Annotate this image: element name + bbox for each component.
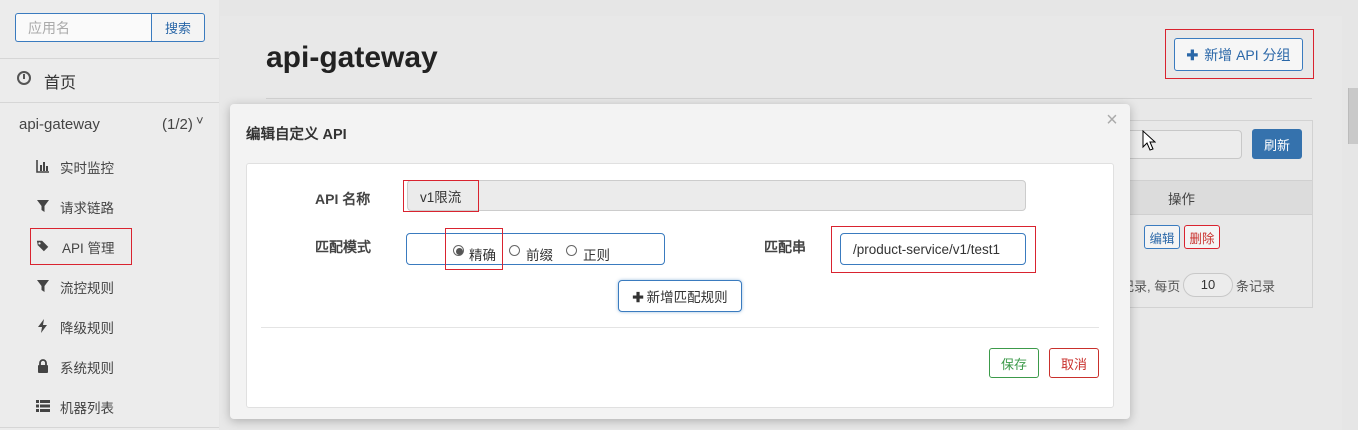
pagination-suffix: 条记录 [1236, 279, 1276, 294]
page-title: api-gateway [266, 41, 438, 74]
plus-icon: ✚ [632, 290, 644, 305]
search-button[interactable]: 搜索 [151, 13, 205, 42]
column-header-actions: 操作 [1168, 192, 1195, 207]
sidebar-item-label: 流控规则 [60, 281, 114, 296]
highlight-box [30, 228, 132, 265]
match-mode-label: 匹配模式 [315, 239, 371, 255]
table-header [1121, 180, 1312, 215]
sidebar-item-label: 请求链路 [60, 201, 114, 216]
edit-button[interactable]: 编辑 [1144, 225, 1180, 249]
close-icon[interactable]: × [1103, 110, 1121, 131]
sidebar-item-flow-rules[interactable]: 流控规则 [36, 271, 206, 301]
save-button[interactable]: 保存 [989, 348, 1039, 378]
sidebar-divider [0, 427, 219, 428]
radio-regex-label[interactable]: 正则 [583, 244, 610, 264]
modal-divider [261, 327, 1099, 328]
app-machine-count: (1/2) [162, 116, 193, 133]
delete-button[interactable]: 删除 [1184, 225, 1220, 249]
sidebar-item-realtime-monitor[interactable]: 实时监控 [36, 151, 206, 181]
cancel-button[interactable]: 取消 [1049, 348, 1099, 378]
api-name-label: API 名称 [315, 191, 371, 207]
highlight-box [445, 228, 503, 270]
sidebar-item-system-rules[interactable]: 系统规则 [36, 351, 206, 381]
bar-chart-icon [36, 160, 49, 173]
add-match-rule-label: 新增匹配规则 [646, 290, 728, 305]
highlight-box [831, 226, 1036, 273]
app-search-input[interactable] [15, 13, 152, 42]
dashboard-icon [17, 71, 31, 85]
flash-icon [38, 319, 47, 333]
highlight-box [403, 180, 479, 212]
modal-title: 编辑自定义 API [246, 127, 347, 143]
home-label[interactable]: 首页 [44, 69, 76, 93]
radio-regex[interactable] [566, 245, 577, 256]
list-icon [36, 400, 50, 412]
sidebar-divider [0, 102, 219, 103]
filter-icon [37, 200, 49, 212]
sidebar-item-machine-list[interactable]: 机器列表 [36, 391, 206, 421]
table-search-input[interactable] [1120, 130, 1242, 159]
pattern-label: 匹配串 [764, 239, 806, 255]
filter-icon [37, 280, 49, 292]
scrollbar[interactable] [1348, 88, 1358, 144]
app-name[interactable]: api-gateway [19, 116, 100, 133]
sidebar-item-degrade-rules[interactable]: 降级规则 [36, 311, 206, 341]
chevron-down-icon[interactable]: ˅ [196, 113, 204, 128]
page-size-input[interactable]: 10 [1183, 273, 1233, 297]
sidebar-item-label: 实时监控 [60, 161, 114, 176]
lock-icon [38, 359, 48, 373]
sidebar-item-label: 降级规则 [60, 321, 114, 336]
highlight-box [1165, 29, 1314, 79]
sidebar-item-home[interactable] [0, 58, 219, 102]
title-divider [266, 98, 1312, 99]
radio-prefix[interactable] [509, 245, 520, 256]
add-match-rule-button[interactable]: ✚ 新增匹配规则 [618, 280, 742, 312]
mouse-cursor-icon [1142, 130, 1156, 151]
sidebar-item-label: 系统规则 [60, 361, 114, 376]
sidebar-item-label: 机器列表 [60, 401, 114, 416]
sidebar-item-request-chain[interactable]: 请求链路 [36, 191, 206, 221]
refresh-button[interactable]: 刷新 [1252, 129, 1302, 159]
api-name-field[interactable] [407, 180, 1026, 211]
radio-prefix-label[interactable]: 前缀 [526, 244, 553, 264]
